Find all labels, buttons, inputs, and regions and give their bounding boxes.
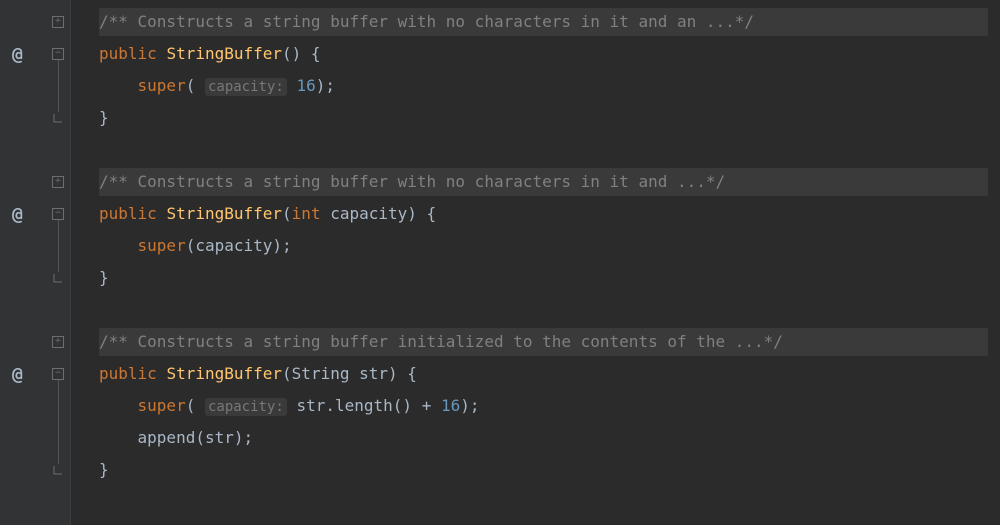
editor-gutter: +@−+@−+@− xyxy=(0,0,71,525)
editor-code-area[interactable]: /** Constructs a string buffer with no c… xyxy=(71,0,1000,525)
code-line: super( capacity: 16); xyxy=(99,70,335,102)
parameter-hint: capacity: xyxy=(205,78,287,96)
fold-collapse-icon[interactable]: − xyxy=(52,208,64,220)
fold-expand-icon[interactable]: + xyxy=(52,16,64,28)
gutter-row xyxy=(0,102,70,134)
code-line: } xyxy=(99,454,109,486)
fold-collapse-icon[interactable]: − xyxy=(52,368,64,380)
folded-doc-comment[interactable]: /** Constructs a string buffer with no c… xyxy=(99,6,754,38)
fold-collapse-icon[interactable]: − xyxy=(52,48,64,60)
gutter-row: + xyxy=(0,166,70,198)
gutter-row xyxy=(0,262,70,294)
fold-expand-icon[interactable]: + xyxy=(52,336,64,348)
override-icon[interactable]: @ xyxy=(12,44,23,65)
fold-end-icon[interactable] xyxy=(52,464,64,476)
code-line: append(str); xyxy=(99,422,253,454)
code-line: public StringBuffer(String str) { xyxy=(99,358,417,390)
code-line: public StringBuffer(int capacity) { xyxy=(99,198,436,230)
code-line: super(capacity); xyxy=(99,230,292,262)
code-editor: +@−+@−+@− /** Constructs a string buffer… xyxy=(0,0,1000,525)
code-line: super( capacity: str.length() + 16); xyxy=(99,390,480,422)
fold-guide-line xyxy=(58,380,59,464)
code-line: public StringBuffer() { xyxy=(99,38,321,70)
override-icon[interactable]: @ xyxy=(12,364,23,385)
code-line: } xyxy=(99,262,109,294)
gutter-row xyxy=(0,454,70,486)
code-line: } xyxy=(99,102,109,134)
fold-expand-icon[interactable]: + xyxy=(52,176,64,188)
override-icon[interactable]: @ xyxy=(12,204,23,225)
folded-doc-comment[interactable]: /** Constructs a string buffer initializ… xyxy=(99,326,783,358)
gutter-row: @− xyxy=(0,38,70,70)
gutter-row: + xyxy=(0,6,70,38)
gutter-row: @− xyxy=(0,358,70,390)
gutter-row: @− xyxy=(0,198,70,230)
folded-doc-comment[interactable]: /** Constructs a string buffer with no c… xyxy=(99,166,725,198)
parameter-hint: capacity: xyxy=(205,398,287,416)
gutter-row: + xyxy=(0,326,70,358)
fold-end-icon[interactable] xyxy=(52,272,64,284)
fold-end-icon[interactable] xyxy=(52,112,64,124)
